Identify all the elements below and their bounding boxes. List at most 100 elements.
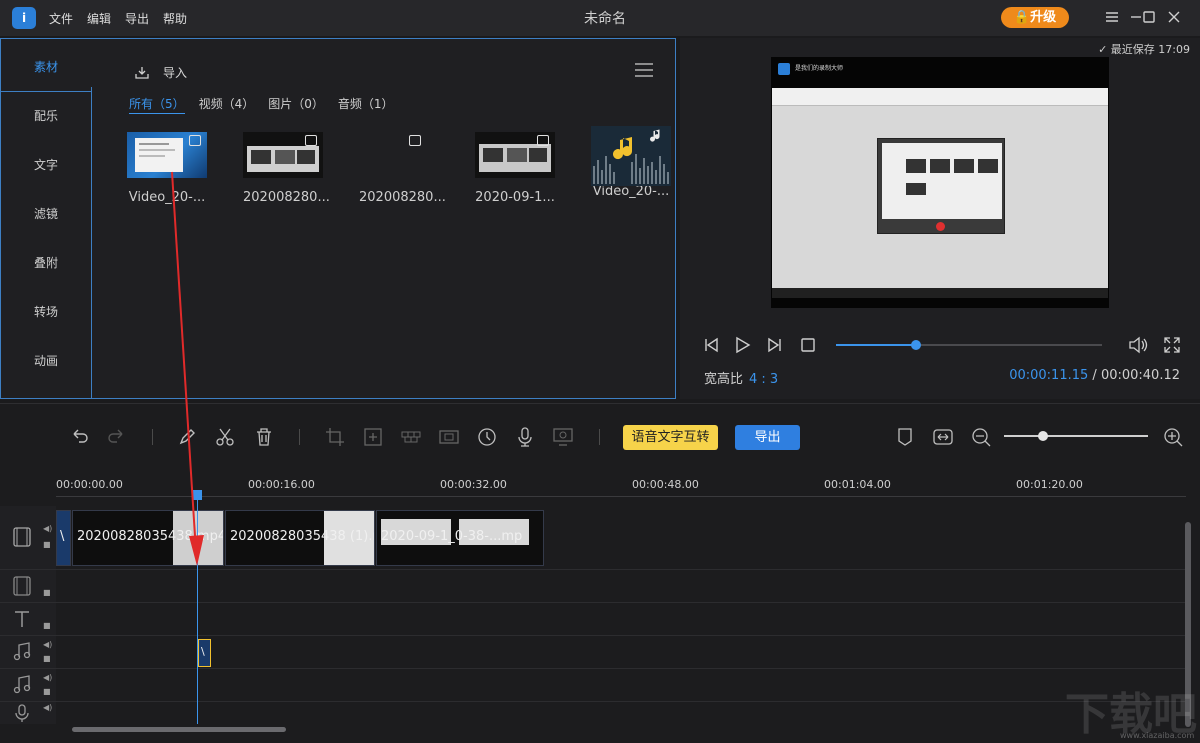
- crop-icon[interactable]: [324, 426, 346, 448]
- aspect-ratio[interactable]: 宽高比 4 : 3: [704, 368, 778, 387]
- tab-materials[interactable]: 素材: [1, 43, 91, 92]
- microphone-icon[interactable]: [514, 426, 536, 448]
- menu-bar: 文件 编辑 导出 帮助: [49, 10, 187, 27]
- freeze-frame-icon[interactable]: [438, 426, 460, 448]
- video-badge-icon: [305, 135, 317, 146]
- watermark-url: www.xiazaiba.com: [1120, 731, 1195, 740]
- clip-label: \: [60, 529, 65, 544]
- overlay-track[interactable]: ■: [0, 570, 1186, 603]
- prev-frame-icon[interactable]: [702, 335, 722, 355]
- media-item[interactable]: Video_20-...: [591, 126, 671, 199]
- toolbar-divider: [599, 429, 600, 445]
- text-icon: [11, 608, 33, 630]
- upgrade-button[interactable]: 🔒升级: [1001, 7, 1069, 28]
- lock-icon[interactable]: ■: [43, 687, 51, 696]
- timeline-clip[interactable]: 20200828035438.mp4: [72, 510, 224, 566]
- tab-music[interactable]: 配乐: [1, 92, 91, 141]
- import-label: 导入: [163, 66, 188, 80]
- menu-help[interactable]: 帮助: [163, 10, 187, 27]
- zoom-out-icon[interactable]: [970, 426, 992, 448]
- play-icon[interactable]: [732, 335, 752, 355]
- audio-clip[interactable]: \: [198, 639, 211, 667]
- edit-pencil-icon[interactable]: [176, 426, 198, 448]
- menu-export[interactable]: 导出: [125, 10, 149, 27]
- timeline-clip[interactable]: 2020-09-1_0-38-...mp: [376, 510, 544, 566]
- maximize-icon[interactable]: [1141, 9, 1157, 25]
- menu-edit[interactable]: 编辑: [87, 10, 111, 27]
- voice-track[interactable]: ◀): [0, 702, 1186, 724]
- media-item[interactable]: Video_20-...: [127, 132, 207, 205]
- audio-waveform-icon: [593, 129, 669, 184]
- fit-timeline-icon[interactable]: [932, 426, 954, 448]
- playhead[interactable]: [197, 492, 198, 724]
- horizontal-scrollbar[interactable]: [72, 727, 286, 732]
- music-track-2[interactable]: ◀) ■: [0, 669, 1186, 702]
- tab-overlays[interactable]: 叠附: [1, 239, 91, 288]
- preview-caption: 是我们的录制大师: [795, 65, 844, 72]
- media-item[interactable]: 2020-09-1...: [475, 132, 555, 205]
- mosaic-icon[interactable]: [400, 426, 422, 448]
- undo-icon[interactable]: [68, 426, 90, 448]
- zoom-in-icon[interactable]: [1162, 426, 1184, 448]
- zoom-slider[interactable]: [1004, 431, 1148, 441]
- tab-animation[interactable]: 动画: [1, 337, 91, 386]
- aspect-value: 4 : 3: [749, 372, 779, 387]
- menu-file[interactable]: 文件: [49, 10, 73, 27]
- next-frame-icon[interactable]: [764, 335, 784, 355]
- stop-icon[interactable]: [798, 335, 818, 355]
- voice-text-button[interactable]: 语音文字互转: [623, 425, 718, 450]
- fullscreen-icon[interactable]: [1162, 335, 1182, 355]
- music-note-icon: [11, 674, 33, 696]
- trash-icon[interactable]: [253, 426, 275, 448]
- lock-icon[interactable]: ■: [43, 540, 51, 549]
- music-track[interactable]: ◀) ■ \: [0, 636, 1186, 669]
- time-separator: /: [1092, 368, 1097, 383]
- speaker-icon[interactable]: ◀): [43, 524, 52, 533]
- zoom-handle[interactable]: [1037, 431, 1048, 441]
- filter-all[interactable]: 所有（5）: [129, 95, 185, 114]
- time-ruler[interactable]: 00:00:00.00 00:00:16.00 00:00:32.00 00:0…: [56, 476, 1186, 504]
- playback-progress[interactable]: [836, 340, 1102, 350]
- time-display: 00:00:11.15 / 00:00:40.12: [1009, 368, 1180, 383]
- video-track[interactable]: ◀) ■ \ 20200828035438.mp4 20200828035438…: [0, 506, 1186, 570]
- screen-record-icon[interactable]: [552, 426, 574, 448]
- import-button[interactable]: 导入: [133, 64, 187, 81]
- timeline-clip[interactable]: 20200828035438 (1).m: [225, 510, 375, 566]
- export-button[interactable]: 导出: [735, 425, 800, 450]
- tab-transitions[interactable]: 转场: [1, 288, 91, 337]
- filter-video[interactable]: 视频（4）: [199, 95, 255, 114]
- zoom-crop-icon[interactable]: [362, 426, 384, 448]
- recorder-logo-icon: [778, 63, 790, 75]
- speaker-icon[interactable]: ◀): [43, 703, 52, 712]
- scissors-icon[interactable]: [214, 426, 236, 448]
- marker-icon[interactable]: [894, 426, 916, 448]
- tab-text[interactable]: 文字: [1, 141, 91, 190]
- tab-filters[interactable]: 滤镜: [1, 190, 91, 239]
- redo-icon[interactable]: [106, 426, 128, 448]
- filter-image[interactable]: 图片（0）: [268, 95, 324, 114]
- clip-label: 20200828035438 (1).m: [230, 529, 375, 544]
- speed-clock-icon[interactable]: [476, 426, 498, 448]
- track-header: ■: [0, 603, 56, 635]
- lock-icon[interactable]: ■: [43, 588, 51, 597]
- speaker-icon[interactable]: ◀): [43, 673, 52, 682]
- lock-icon[interactable]: ■: [43, 621, 51, 630]
- text-track[interactable]: ■: [0, 603, 1186, 636]
- preview-screen[interactable]: 是我们的录制大师: [771, 57, 1109, 308]
- media-item[interactable]: 202008280...: [359, 132, 446, 205]
- volume-icon[interactable]: [1127, 335, 1148, 355]
- filter-audio[interactable]: 音频（1）: [338, 95, 394, 114]
- media-thumbnail: [127, 132, 207, 178]
- progress-handle[interactable]: [910, 340, 921, 350]
- lock-icon[interactable]: ■: [43, 654, 51, 663]
- media-thumbnail: [475, 132, 555, 178]
- media-item[interactable]: 202008280...: [243, 132, 330, 205]
- timeline-clip[interactable]: \: [56, 510, 71, 566]
- speaker-icon[interactable]: ◀): [43, 640, 52, 649]
- current-time: 00:00:11.15: [1009, 368, 1089, 383]
- close-icon[interactable]: [1166, 9, 1182, 25]
- lock-icon: 🔒: [1013, 10, 1031, 25]
- menu-icon[interactable]: [1104, 9, 1120, 25]
- list-view-icon[interactable]: [635, 63, 653, 77]
- media-name: 202008280...: [359, 190, 446, 205]
